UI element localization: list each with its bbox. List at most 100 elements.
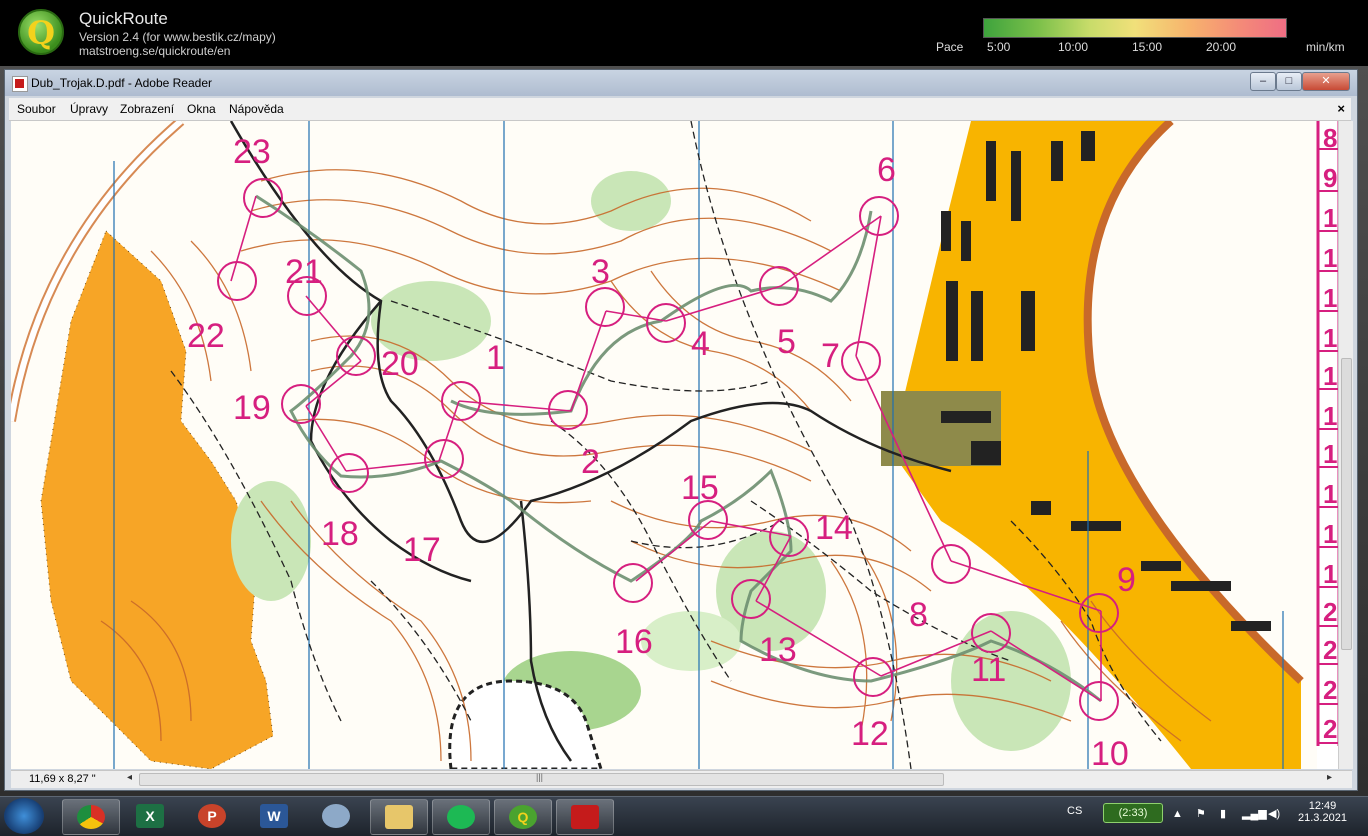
pace-unit: min/km xyxy=(1306,40,1345,54)
chrome-icon xyxy=(77,805,105,829)
menu-soubor[interactable]: Soubor xyxy=(17,102,56,116)
powerpoint-icon: P xyxy=(198,804,226,828)
control-number: 21 xyxy=(285,253,323,291)
flag-icon[interactable]: ⚑ xyxy=(1196,807,1206,820)
control-number: 22 xyxy=(187,317,225,355)
app-url[interactable]: matstroeng.se/quickroute/en xyxy=(79,44,230,58)
legend-number: 1 xyxy=(1323,519,1337,549)
taskbar-chrome[interactable] xyxy=(62,799,120,835)
legend-number: 9 xyxy=(1323,163,1337,193)
menu-zobrazeni[interactable]: Zobrazení xyxy=(120,102,174,116)
window-title: Dub_Trojak.D.pdf - Adobe Reader xyxy=(31,76,212,90)
control-number: 9 xyxy=(1117,561,1136,599)
vertical-scrollbar[interactable] xyxy=(1338,121,1353,769)
legend-number: 1 xyxy=(1323,283,1337,313)
control-number: 19 xyxy=(233,389,271,427)
minimize-button[interactable]: – xyxy=(1250,72,1276,91)
taskbar-paint[interactable] xyxy=(308,799,364,833)
taskbar-powerpoint[interactable]: P xyxy=(184,799,240,833)
menu-okna[interactable]: Okna xyxy=(187,102,216,116)
pace-color-scale xyxy=(983,18,1287,38)
pace-tick: 20:00 xyxy=(1206,40,1237,54)
vertical-scroll-thumb[interactable] xyxy=(1341,358,1352,650)
status-bar: 11,69 x 8,27 " ◂ ||| ▸ xyxy=(11,770,1352,788)
menu-bar: Soubor Úpravy Zobrazení Okna Nápověda × xyxy=(9,98,1351,121)
control-number: 2 xyxy=(581,443,600,481)
taskbar-spotify[interactable] xyxy=(432,799,490,835)
pace-tick: 10:00 xyxy=(1058,40,1089,54)
orienteering-map: 1 2 3 4 5 6 7 8 9 10 11 12 13 14 15 16 1… xyxy=(11,121,1352,769)
control-number: 23 xyxy=(233,133,271,171)
taskbar-quickroute[interactable]: Q xyxy=(494,799,552,835)
menu-napoveda[interactable]: Nápověda xyxy=(229,102,284,116)
word-icon: W xyxy=(260,804,288,828)
show-hidden-icons-icon[interactable]: ▲ xyxy=(1172,808,1183,820)
control-number: 11 xyxy=(971,651,1006,689)
legend-number: 2 xyxy=(1323,635,1337,665)
control-number: 17 xyxy=(403,531,441,569)
control-number: 3 xyxy=(591,253,610,291)
taskbar-explorer[interactable] xyxy=(370,799,428,835)
scroll-right-arrow-icon[interactable]: ▸ xyxy=(1327,772,1332,783)
control-number: 8 xyxy=(909,596,928,634)
control-number: 7 xyxy=(821,337,840,375)
legend-number: 2 xyxy=(1323,714,1337,744)
battery-indicator[interactable]: (2:33) xyxy=(1103,803,1163,823)
scroll-left-arrow-icon[interactable]: ◂ xyxy=(127,772,132,783)
document-close-button[interactable]: × xyxy=(1337,101,1345,116)
horizontal-scrollbar[interactable]: ||| xyxy=(139,772,944,786)
app-title: QuickRoute xyxy=(79,9,168,28)
start-button[interactable] xyxy=(4,798,44,834)
legend-number: 1 xyxy=(1323,203,1337,233)
legend-number: 1 xyxy=(1323,323,1337,353)
taskbar-word[interactable]: W xyxy=(246,799,302,833)
scroll-grip: ||| xyxy=(536,772,544,782)
excel-icon: X xyxy=(136,804,164,828)
control-number: 6 xyxy=(877,151,896,189)
control-number: 10 xyxy=(1091,735,1129,769)
volume-icon[interactable]: ◀) xyxy=(1268,807,1280,820)
adobe-reader-icon xyxy=(571,805,599,829)
legend-number: 8 xyxy=(1323,123,1337,153)
pace-tick: 5:00 xyxy=(987,40,1011,54)
maximize-button[interactable]: □ xyxy=(1276,72,1302,91)
spotify-icon xyxy=(447,805,475,829)
control-number: 15 xyxy=(681,469,719,507)
clock-date: 21.3.2021 xyxy=(1298,812,1347,824)
legend-number: 1 xyxy=(1323,479,1337,509)
window-titlebar[interactable]: Dub_Trojak.D.pdf - Adobe Reader – □ ✕ xyxy=(5,70,1357,96)
quickroute-icon: Q xyxy=(509,805,537,829)
control-number: 1 xyxy=(486,339,505,377)
control-number: 13 xyxy=(759,631,797,669)
legend-number: 1 xyxy=(1323,559,1337,589)
close-button[interactable]: ✕ xyxy=(1302,72,1350,91)
control-number: 14 xyxy=(815,509,853,547)
control-number: 20 xyxy=(381,345,419,383)
legend-number: 1 xyxy=(1323,401,1337,431)
pace-tick: 15:00 xyxy=(1132,40,1163,54)
control-number: 5 xyxy=(777,323,796,361)
adobe-reader-window: Dub_Trojak.D.pdf - Adobe Reader – □ ✕ So… xyxy=(4,69,1358,791)
clock[interactable]: 12:49 21.3.2021 xyxy=(1298,800,1347,824)
system-tray: CS (2:33) ▲ ⚑ ▮ ▂▄▆ ◀) 12:49 21.3.2021 xyxy=(1067,797,1368,836)
menu-upravy[interactable]: Úpravy xyxy=(70,102,108,116)
power-icon[interactable]: ▮ xyxy=(1220,807,1226,820)
legend-number: 2 xyxy=(1323,675,1337,705)
language-indicator[interactable]: CS xyxy=(1067,805,1082,817)
clock-time: 12:49 xyxy=(1308,800,1337,812)
taskbar-excel[interactable]: X xyxy=(122,799,178,833)
legend-number: 1 xyxy=(1323,243,1337,273)
pace-label: Pace xyxy=(936,40,964,54)
quickroute-logo-icon: Q xyxy=(18,9,64,55)
control-number: 18 xyxy=(321,515,359,553)
document-view[interactable]: 1 2 3 4 5 6 7 8 9 10 11 12 13 14 15 16 1… xyxy=(11,121,1352,769)
control-number: 12 xyxy=(851,715,889,753)
taskbar: X P W Q CS (2:33) ▲ ⚑ ▮ ▂▄▆ ◀) 12:49 21.… xyxy=(0,796,1368,836)
folder-icon xyxy=(385,805,413,829)
signal-icon[interactable]: ▂▄▆ xyxy=(1242,807,1267,820)
paint-icon xyxy=(322,804,350,828)
quickroute-header: Q QuickRoute Version 2.4 (for www.bestik… xyxy=(0,0,1368,66)
taskbar-adobe-reader[interactable] xyxy=(556,799,614,835)
page-size: 11,69 x 8,27 " xyxy=(29,773,96,785)
control-number: 4 xyxy=(691,325,710,363)
